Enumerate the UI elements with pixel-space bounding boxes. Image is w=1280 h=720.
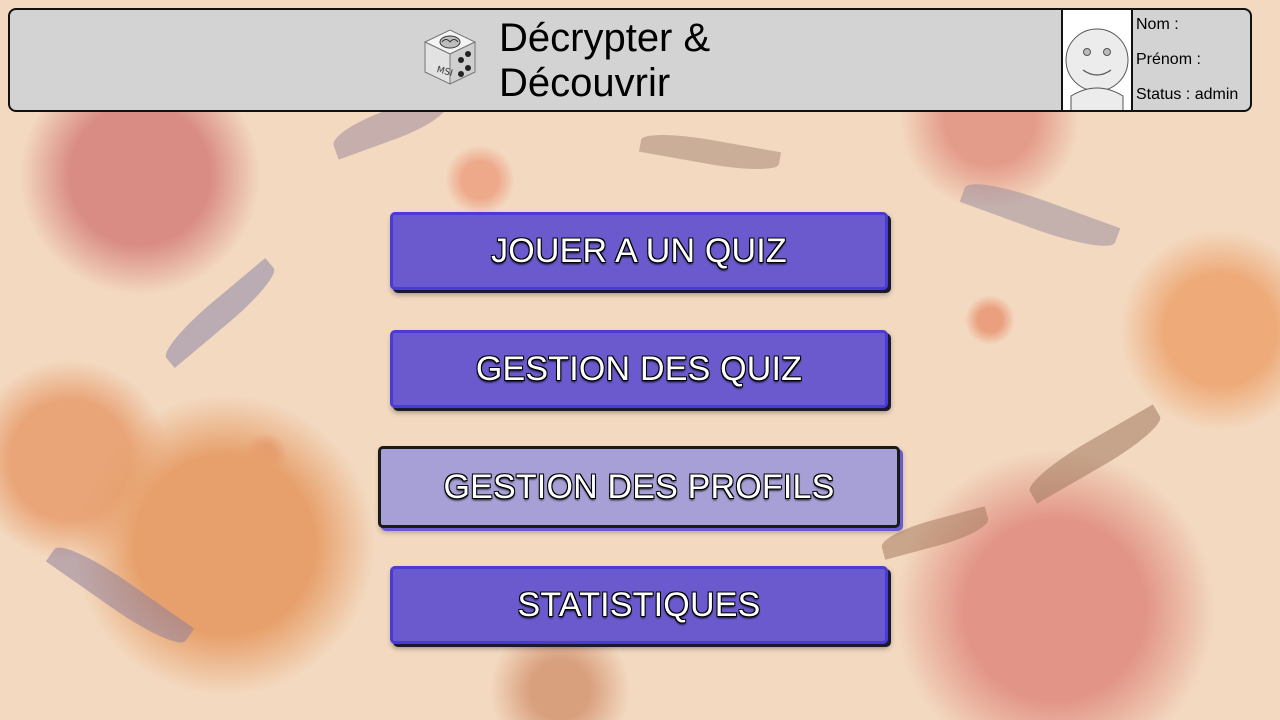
app-title: Décrypter & Découvrir [499,16,799,106]
background-leaf [959,173,1121,257]
profile-prenom: Prénom : [1136,51,1201,68]
background-leaf [45,536,195,654]
profile-info: Nom : Prénom : Status : admin [1136,10,1250,110]
app-title-line1: Décrypter & [499,16,711,60]
profile-nom: Nom : [1136,16,1179,33]
profile-status: Status : admin [1136,86,1239,103]
manage-profiles-button[interactable]: GESTION DES PROFILS [378,446,900,528]
app-header: MSI Décrypter & Découvrir Nom : Prénom :… [8,8,1252,112]
dice-brain-icon: MSI [417,24,483,90]
app-title-line2: Découvrir [499,61,671,105]
manage-profiles-label: GESTION DES PROFILS [443,467,835,506]
play-quiz-button[interactable]: JOUER A UN QUIZ [390,212,888,290]
manage-quiz-label: GESTION DES QUIZ [475,349,803,388]
background-leaf [638,128,782,176]
background-leaf [1023,404,1167,504]
statistics-button[interactable]: STATISTIQUES [390,566,888,644]
background-leaf [158,258,282,368]
play-quiz-label: JOUER A UN QUIZ [491,231,787,270]
manage-quiz-button[interactable]: GESTION DES QUIZ [390,330,888,408]
statistics-label: STATISTIQUES [517,585,761,624]
user-avatar-icon[interactable] [1061,10,1133,110]
